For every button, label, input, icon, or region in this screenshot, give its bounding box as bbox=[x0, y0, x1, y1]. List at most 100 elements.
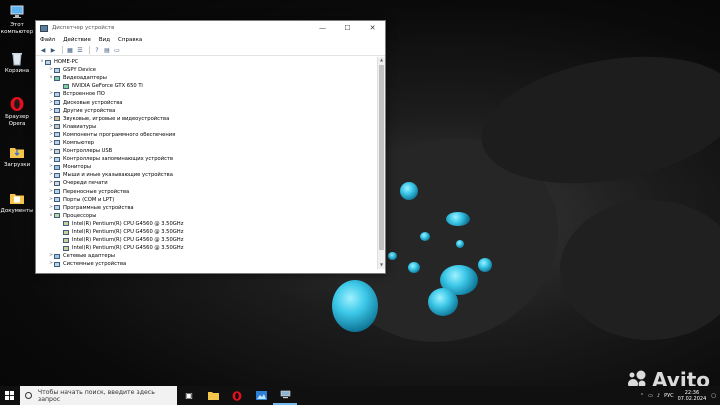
cpu-icon bbox=[54, 213, 60, 219]
mouse-icon bbox=[54, 172, 60, 178]
menu-view[interactable]: Вид bbox=[99, 37, 110, 43]
tree-item[interactable]: > Клавиатуры bbox=[36, 123, 377, 131]
tree-item[interactable]: > Другие устройства bbox=[36, 107, 377, 115]
tree-item[interactable]: > Сетевые адаптеры bbox=[36, 252, 377, 260]
scrollbar-thumb[interactable] bbox=[379, 65, 384, 250]
tree-item-label: Порты (COM и LPT) bbox=[63, 196, 115, 203]
tree-item[interactable]: Intel(R) Pentium(R) CPU G4560 @ 3.50GHz bbox=[36, 228, 377, 236]
port-icon bbox=[54, 197, 60, 203]
taskbar-search-box[interactable]: Чтобы начать поиск, введите здесь запрос bbox=[20, 386, 177, 405]
desktop-icon-downloads[interactable]: Загрузки bbox=[0, 144, 34, 169]
tree-item[interactable]: > Компоненты программного обеспечения bbox=[36, 131, 377, 139]
forward-icon[interactable]: ▶ bbox=[49, 47, 57, 54]
device-manager-window[interactable]: Диспетчер устройств — ☐ ✕ Файл Действие … bbox=[35, 20, 386, 274]
tree-item-label: NVIDIA GeForce GTX 650 Ti bbox=[72, 83, 143, 90]
computer-icon bbox=[54, 140, 60, 146]
tree-item[interactable]: > Мыши и иные указывающие устройства bbox=[36, 171, 377, 179]
tree-item-label: HOME-PC bbox=[54, 59, 79, 66]
list-icon[interactable]: ☰ bbox=[76, 47, 84, 54]
desktop-icon-this-pc[interactable]: Этот компьютер bbox=[0, 4, 34, 35]
tree-item-label: Видеоадаптеры bbox=[63, 75, 107, 82]
monitor-icon[interactable]: ▭ bbox=[113, 47, 121, 54]
search-placeholder: Чтобы начать поиск, введите здесь запрос bbox=[37, 388, 155, 403]
display-adapter-icon bbox=[54, 75, 60, 81]
tree-item[interactable]: > GSPY Device bbox=[36, 66, 377, 74]
tree-item[interactable]: > Встроенное ПО bbox=[36, 90, 377, 98]
title-bar[interactable]: Диспетчер устройств — ☐ ✕ bbox=[36, 21, 385, 35]
tree-item[interactable]: > Контроллеры USB bbox=[36, 147, 377, 155]
tree-item-label: Компоненты программного обеспечения bbox=[63, 131, 176, 138]
tree-item[interactable]: > Мониторы bbox=[36, 163, 377, 171]
chevron-up-icon[interactable]: ⌃ bbox=[640, 393, 644, 399]
network-icon[interactable]: ▭ bbox=[648, 393, 653, 399]
desktop-icon-label: Браузер Opera bbox=[5, 114, 29, 127]
notifications-icon[interactable]: ▢ bbox=[711, 393, 716, 399]
photos-icon[interactable] bbox=[249, 386, 273, 405]
menu-action[interactable]: Действие bbox=[63, 37, 91, 43]
portable-icon bbox=[54, 189, 60, 195]
tree-item-label: Intel(R) Pentium(R) CPU G4560 @ 3.50GHz bbox=[72, 229, 184, 236]
device-icon bbox=[54, 67, 60, 73]
toolbar: ◀ ▶ ▦ ☰ ? ▤ ▭ bbox=[36, 45, 385, 56]
start-button[interactable] bbox=[0, 386, 18, 405]
properties-icon[interactable]: ▤ bbox=[103, 47, 111, 54]
tree-item[interactable]: NVIDIA GeForce GTX 650 Ti bbox=[36, 82, 377, 90]
menu-file[interactable]: Файл bbox=[40, 37, 55, 43]
tree-item[interactable]: > Порты (COM и LPT) bbox=[36, 196, 377, 204]
tree-item[interactable]: > Очереди печати bbox=[36, 179, 377, 187]
tree-item[interactable]: v Процессоры bbox=[36, 212, 377, 220]
folder-icon bbox=[10, 194, 24, 204]
software-icon bbox=[54, 132, 60, 138]
window-title: Диспетчер устройств bbox=[52, 25, 115, 31]
back-icon[interactable]: ◀ bbox=[39, 47, 47, 54]
system-tray: ⌃ ▭ ♪ РУС 22:36 07.02.2024 ▢ bbox=[640, 390, 720, 402]
desktop-icon-label: Документы bbox=[0, 208, 34, 214]
tree-item[interactable]: v Видеоадаптеры bbox=[36, 74, 377, 82]
task-view-icon[interactable]: ▣ bbox=[177, 386, 201, 405]
minimize-button[interactable]: — bbox=[310, 21, 335, 35]
recycle-bin-icon bbox=[12, 53, 22, 66]
tree-item[interactable]: Intel(R) Pentium(R) CPU G4560 @ 3.50GHz bbox=[36, 220, 377, 228]
vertical-scrollbar[interactable]: ▲ ▼ bbox=[377, 57, 385, 269]
tree-item[interactable]: Intel(R) Pentium(R) CPU G4560 @ 3.50GHz bbox=[36, 236, 377, 244]
device-tree[interactable]: v HOME-PC > GSPY Device v Видеоадаптеры NVIDIA… bbox=[36, 57, 377, 269]
tree-item[interactable]: > Дисковые устройства bbox=[36, 98, 377, 106]
clock[interactable]: 22:36 07.02.2024 bbox=[678, 390, 707, 402]
tree-item-label: Контроллеры USB bbox=[63, 148, 113, 155]
tree-item-label: Системные устройства bbox=[63, 261, 127, 268]
tree-item-label: Intel(R) Pentium(R) CPU G4560 @ 3.50GHz bbox=[72, 220, 184, 227]
tree-item[interactable]: > Программные устройства bbox=[36, 204, 377, 212]
maximize-button[interactable]: ☐ bbox=[335, 21, 360, 35]
desktop-icon-opera[interactable]: Браузер Opera bbox=[0, 96, 34, 127]
tree-item[interactable]: > Звуковые, игровые и видеоустройства bbox=[36, 115, 377, 123]
desktop-icon-recycle-bin[interactable]: Корзина bbox=[0, 50, 34, 75]
opera-icon bbox=[10, 97, 24, 111]
network-icon bbox=[54, 253, 60, 259]
tree-item-label: Компьютер bbox=[63, 139, 95, 146]
windows-icon bbox=[4, 391, 14, 400]
desktop-icon-label: Загрузки bbox=[3, 162, 31, 168]
toolbar-divider bbox=[62, 46, 63, 54]
monitor-icon bbox=[54, 164, 60, 170]
opera-icon[interactable] bbox=[225, 386, 249, 405]
software-device-icon bbox=[54, 205, 60, 211]
device-manager-icon[interactable] bbox=[273, 386, 297, 405]
tree-item[interactable]: v HOME-PC bbox=[36, 58, 377, 66]
file-explorer-icon[interactable] bbox=[201, 386, 225, 405]
tree-item[interactable]: Intel(R) Pentium(R) CPU G4560 @ 3.50GHz bbox=[36, 244, 377, 252]
menu-help[interactable]: Справка bbox=[118, 37, 142, 43]
folder-icon bbox=[10, 148, 24, 158]
scroll-up-icon[interactable]: ▲ bbox=[378, 57, 385, 64]
grid-icon[interactable]: ▦ bbox=[66, 47, 74, 54]
close-button[interactable]: ✕ bbox=[360, 21, 385, 35]
tree-item[interactable]: > Контроллеры запоминающих устройств bbox=[36, 155, 377, 163]
help-icon[interactable]: ? bbox=[93, 47, 101, 54]
volume-icon[interactable]: ♪ bbox=[657, 393, 660, 399]
scroll-down-icon[interactable]: ▼ bbox=[378, 262, 385, 269]
tree-item-label: Очереди печати bbox=[63, 180, 108, 187]
language-indicator[interactable]: РУС bbox=[664, 393, 674, 399]
desktop-icon-documents[interactable]: Документы bbox=[0, 190, 34, 215]
tree-item[interactable]: > Компьютер bbox=[36, 139, 377, 147]
tree-item[interactable]: > Системные устройства bbox=[36, 260, 377, 268]
tree-item[interactable]: > Переносные устройства bbox=[36, 188, 377, 196]
